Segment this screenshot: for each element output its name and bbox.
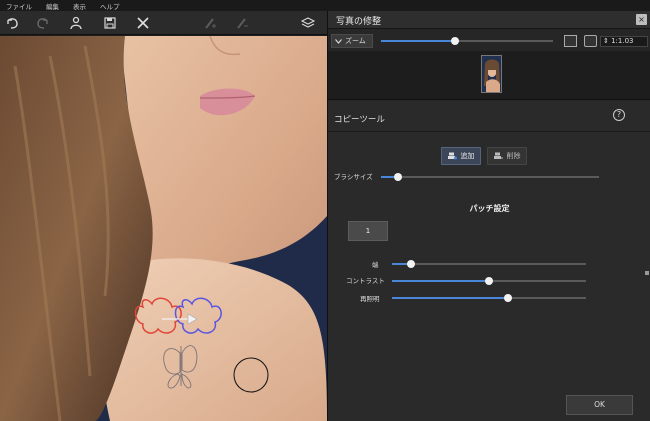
copy-tool-panel: コピーツール ? 追加 削除 ブラシサイズ パッチ設定 1 端 コントラスト 再… [328, 101, 650, 421]
brush-plus-icon[interactable] [202, 15, 218, 31]
edge-slider[interactable] [392, 260, 586, 268]
layers-icon[interactable] [300, 15, 316, 31]
brush-size-knob[interactable] [394, 173, 403, 181]
brush-minus-icon[interactable] [234, 15, 250, 31]
remove-mode-label: 削除 [506, 152, 521, 160]
actual-size-icon[interactable] [584, 35, 597, 47]
menu-help[interactable]: ヘルプ [100, 1, 120, 11]
brightness-slider-fill [392, 297, 509, 299]
zoom-value: 1:1.03 [611, 37, 634, 45]
save-icon[interactable] [102, 15, 118, 31]
zoom-value-field[interactable]: ⇕ 1:1.03 [600, 36, 648, 47]
remove-mode-button[interactable]: 削除 [487, 147, 527, 165]
brightness-slider-knob[interactable] [504, 294, 513, 302]
zoom-toggle-button[interactable]: ズーム [331, 34, 373, 48]
zoom-label: ズーム [345, 37, 366, 45]
toolbar [0, 11, 327, 35]
menu-file[interactable]: ファイル [6, 1, 32, 11]
fit-to-window-icon[interactable] [564, 35, 577, 47]
zoom-slider[interactable] [381, 37, 553, 45]
patch-settings-title: パッチ設定 [469, 204, 510, 213]
navigator [328, 51, 650, 100]
brightness-label: 再照明 [360, 295, 380, 303]
panel-close-button[interactable]: × [636, 14, 647, 25]
ok-button[interactable]: OK [566, 395, 633, 415]
panel-scroll-handle[interactable] [645, 271, 649, 275]
redo-icon[interactable] [35, 15, 51, 31]
zoom-row: ズーム ⇕ 1:1.03 [328, 31, 650, 51]
add-mode-label: 追加 [460, 152, 475, 160]
tool-title: コピーツール [334, 115, 385, 125]
patch-number-box[interactable]: 1 [348, 221, 388, 241]
contrast-slider-fill [392, 280, 489, 282]
zoom-slider-fill [381, 40, 455, 42]
navigator-thumbnail[interactable] [481, 55, 502, 93]
contrast-label: コントラスト [346, 277, 385, 285]
zoom-slider-knob[interactable] [450, 37, 459, 45]
brightness-slider[interactable] [392, 294, 586, 302]
divider [328, 131, 650, 132]
add-mode-button[interactable]: 追加 [441, 147, 481, 165]
contrast-slider[interactable] [392, 277, 586, 285]
menu-view[interactable]: 表示 [73, 1, 86, 11]
brush-size-label: ブラシサイズ [334, 173, 373, 181]
panel-header: 写真の修整 × [328, 11, 650, 29]
help-icon[interactable]: ? [613, 109, 625, 121]
person-icon[interactable] [68, 15, 84, 31]
photo-canvas[interactable] [0, 36, 327, 421]
undo-icon[interactable] [4, 15, 20, 31]
brush-size-slider[interactable] [381, 173, 599, 181]
panel-title: 写真の修整 [336, 17, 382, 27]
menu-bar: ファイル 編集 表示 ヘルプ [0, 0, 650, 11]
close-icon[interactable] [135, 15, 151, 31]
contrast-slider-knob[interactable] [485, 277, 493, 285]
thumbnail-image [482, 56, 501, 92]
menu-edit[interactable]: 編集 [46, 1, 59, 11]
stamp-add-icon [447, 152, 457, 160]
retouch-panel: 写真の修整 × ズーム ⇕ 1:1.03 コピーツール ? 追加 削除 ブラシサ… [327, 11, 650, 421]
photo-image [0, 36, 327, 421]
edge-slider-knob[interactable] [407, 260, 416, 268]
chevron-down-icon [335, 38, 342, 44]
edge-label: 端 [372, 261, 379, 269]
stamp-remove-icon [493, 152, 503, 159]
